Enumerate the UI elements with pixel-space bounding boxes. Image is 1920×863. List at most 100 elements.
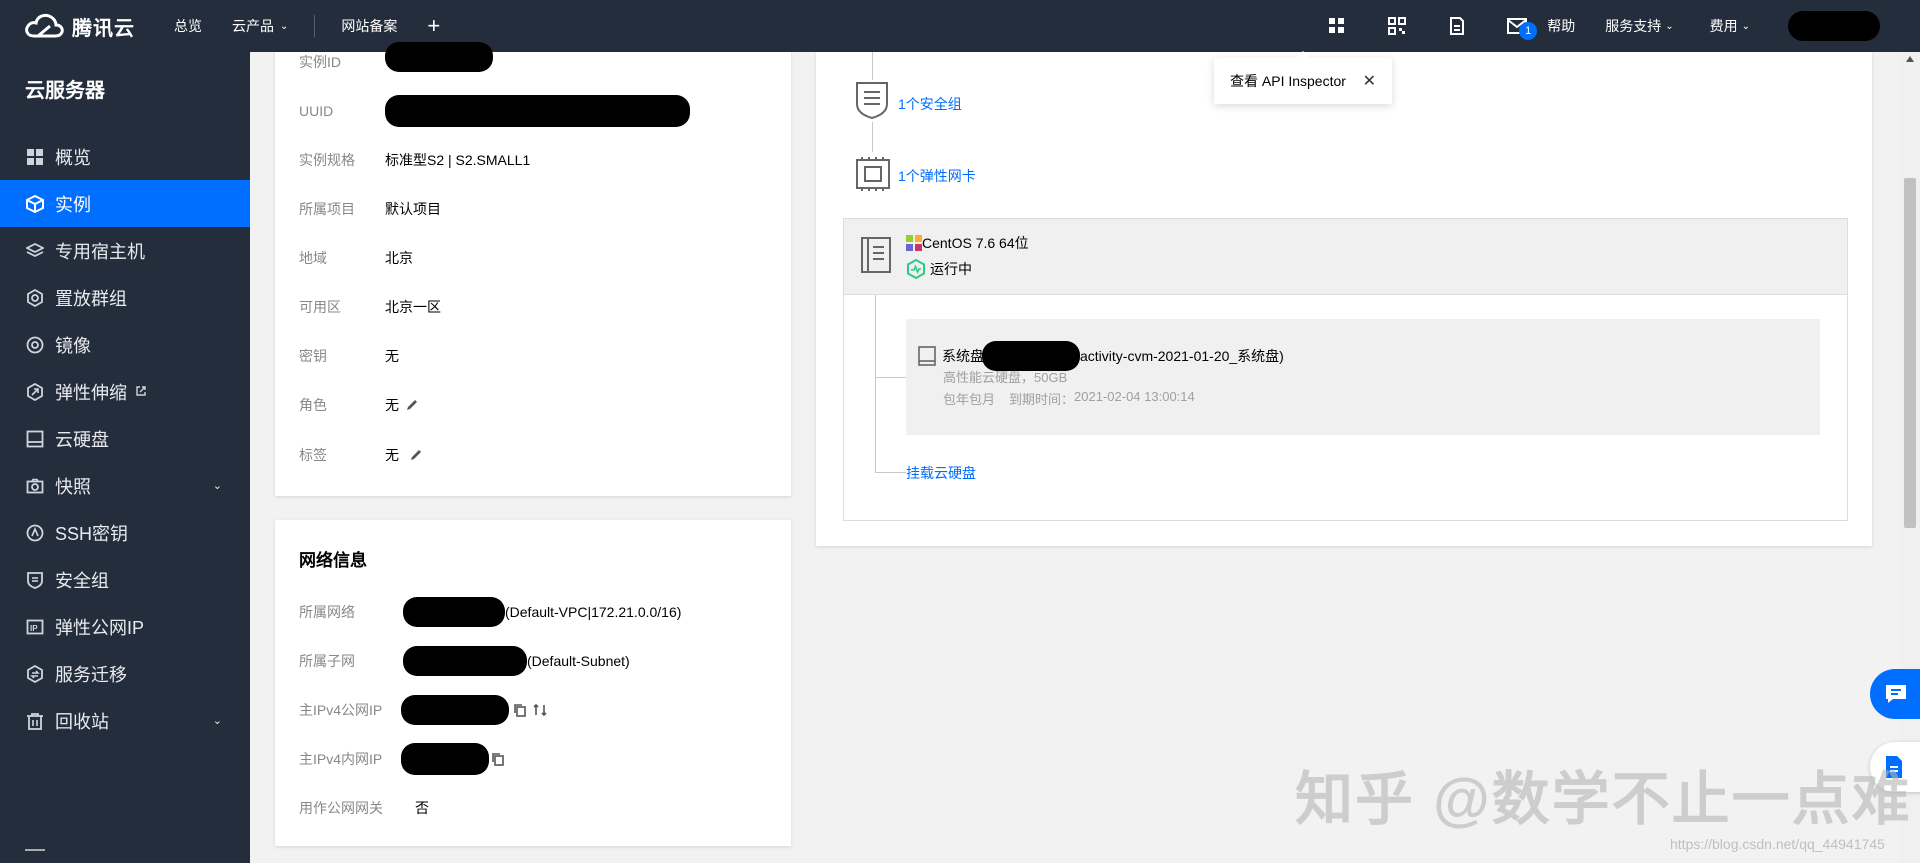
network-info-card: 网络信息 所属网络 (Default-VPC|172.21.0.0/16) 所属…	[275, 520, 791, 846]
layers-icon	[25, 241, 45, 261]
edit-tag-icon[interactable]	[409, 448, 423, 462]
brand-name: 腾讯云	[72, 17, 135, 40]
region-row: 地域 北京	[299, 248, 413, 268]
close-icon[interactable]: ✕	[1363, 71, 1376, 91]
nav-products[interactable]: 云产品 ⌄	[232, 16, 288, 36]
qrcode-icon[interactable]	[1367, 17, 1427, 35]
copy-icon[interactable]	[491, 752, 505, 766]
sidebar-item[interactable]: 安全组	[0, 556, 250, 603]
region-label: 地域	[299, 250, 327, 266]
region-value: 北京	[385, 250, 413, 266]
sidebar-item[interactable]: 回收站 ⌄	[0, 697, 250, 744]
vpc-row: 所属网络 (Default-VPC|172.21.0.0/16)	[299, 597, 681, 627]
fees-menu-label: 费用	[1709, 18, 1738, 34]
sidebar-item[interactable]: 专用宿主机	[0, 227, 250, 274]
sidebar-item[interactable]: 服务迁移	[0, 650, 250, 697]
instance-info-card: 实例ID UUID 实例规格 标准型S2 | S2.SMALL1 所属项目 默认…	[275, 42, 791, 496]
sidebar-item[interactable]: 实例	[0, 180, 250, 227]
chevron-down-icon: ⌄	[1741, 20, 1750, 32]
instance-status: 运行中	[906, 259, 972, 279]
watermark-url: https://blog.csdn.net/qq_44941745	[1670, 836, 1885, 852]
scroll-up-icon[interactable]	[1906, 56, 1914, 62]
fees-menu[interactable]: 费用 ⌄	[1710, 16, 1750, 36]
sidebar-item-label: SSH密钥	[55, 523, 129, 544]
nav-overview[interactable]: 总览	[174, 16, 202, 36]
role-value: 无	[385, 395, 419, 415]
topology-connector	[872, 122, 873, 152]
camera-icon	[25, 476, 45, 496]
plus-icon[interactable]: +	[427, 13, 440, 39]
instance-id-redacted	[385, 42, 493, 72]
network-card-icon	[856, 157, 890, 191]
copy-icon[interactable]	[513, 703, 527, 717]
sidebar: 云服务器 概览 实例 专用宿主机 置放群组 镜像 弹性伸缩 云硬盘 快照 ⌄ SSH密钥 安全组 IP…	[0, 52, 250, 863]
help-link[interactable]: 帮助	[1547, 16, 1575, 36]
sidebar-item[interactable]: 概览	[0, 133, 250, 180]
instance-id-row: 实例ID	[299, 42, 493, 72]
gateway-value: 否	[415, 800, 429, 816]
role-row: 角色 无	[299, 395, 419, 415]
security-group-icon	[856, 82, 888, 120]
account-menu[interactable]	[1788, 11, 1880, 41]
tag-label: 标签	[299, 447, 327, 463]
zone-label: 可用区	[299, 299, 341, 315]
brand-logo[interactable]: 腾讯云	[24, 12, 174, 41]
service-menu-label: 服务支持	[1605, 18, 1662, 34]
sidebar-item[interactable]: IP 弹性公网IP	[0, 603, 250, 650]
mount-disk-link[interactable]: 挂载云硬盘	[906, 463, 976, 483]
mail-badge: 1	[1519, 22, 1538, 40]
sidebar-item-label: 安全组	[55, 570, 109, 591]
document-icon[interactable]	[1427, 17, 1487, 35]
sidebar-item[interactable]: 镜像	[0, 321, 250, 368]
sidebar-item[interactable]: 快照 ⌄	[0, 462, 250, 509]
sidebar-item[interactable]: SSH密钥	[0, 509, 250, 556]
top-navbar: 腾讯云 总览 云产品 ⌄ 网站备案 + 1 帮助 服务支持 ⌄ 费用 ⌄	[0, 0, 1920, 52]
nav-icp[interactable]: 网站备案	[341, 16, 397, 36]
spec-row: 实例规格 标准型S2 | S2.SMALL1	[299, 150, 530, 170]
uuid-row: UUID	[299, 95, 690, 127]
edit-role-icon[interactable]	[405, 398, 419, 412]
mount-connector	[875, 472, 906, 473]
svg-text:IP: IP	[30, 624, 38, 633]
disk-icon	[918, 346, 936, 366]
security-group-link[interactable]: 1个安全组	[898, 94, 962, 114]
uuid-label: UUID	[299, 103, 334, 119]
key-icon	[25, 523, 45, 543]
vpc-value[interactable]: (Default-VPC|172.21.0.0/16)	[505, 604, 681, 620]
public-ip-redacted	[401, 695, 509, 725]
sidebar-item[interactable]: 置放群组	[0, 274, 250, 321]
service-menu[interactable]: 服务支持 ⌄	[1605, 16, 1673, 36]
gateway-label: 用作公网网关	[299, 800, 383, 816]
swap-ip-icon[interactable]	[533, 703, 547, 717]
sidebar-item-label: 镜像	[55, 335, 91, 356]
cube-icon	[25, 194, 45, 214]
scale-icon	[25, 382, 45, 402]
scrollbar-thumb[interactable]	[1904, 178, 1916, 528]
nav-products-label: 云产品	[232, 18, 274, 34]
expire-value: 2021-02-04 13:00:14	[1074, 389, 1195, 404]
sidebar-item-label: 概览	[55, 147, 91, 168]
subnet-value[interactable]: (Default-Subnet)	[527, 653, 630, 669]
key-row: 密钥 无	[299, 346, 399, 366]
apps-grid-icon[interactable]	[1307, 17, 1367, 35]
migrate-icon	[25, 664, 45, 684]
subnet-label: 所属子网	[299, 653, 355, 669]
chevron-down-icon: ⌄	[1665, 20, 1674, 32]
zone-row: 可用区 北京一区	[299, 297, 441, 317]
tag-value-text: 无	[385, 447, 399, 463]
key-label: 密钥	[299, 348, 327, 364]
instance-header: CentOS 7.6 64位 运行中	[844, 219, 1847, 295]
collapse-sidebar-icon[interactable]	[25, 849, 45, 863]
spec-label: 实例规格	[299, 152, 355, 168]
api-inspector-tooltip[interactable]: 查看 API Inspector ✕	[1214, 51, 1392, 104]
mail-icon[interactable]: 1	[1487, 18, 1547, 40]
eni-link[interactable]: 1个弹性网卡	[898, 166, 976, 186]
chat-button[interactable]	[1870, 669, 1920, 719]
sidebar-item[interactable]: 弹性伸缩	[0, 368, 250, 415]
watermark-text: 知乎 @数学不止一点难	[1295, 767, 1912, 832]
chevron-down-icon: ⌄	[280, 20, 289, 32]
private-ip-redacted	[401, 743, 489, 775]
cloud-logo-icon	[25, 13, 64, 38]
sidebar-item[interactable]: 云硬盘	[0, 415, 250, 462]
sidebar-item-label: 置放群组	[55, 288, 127, 309]
